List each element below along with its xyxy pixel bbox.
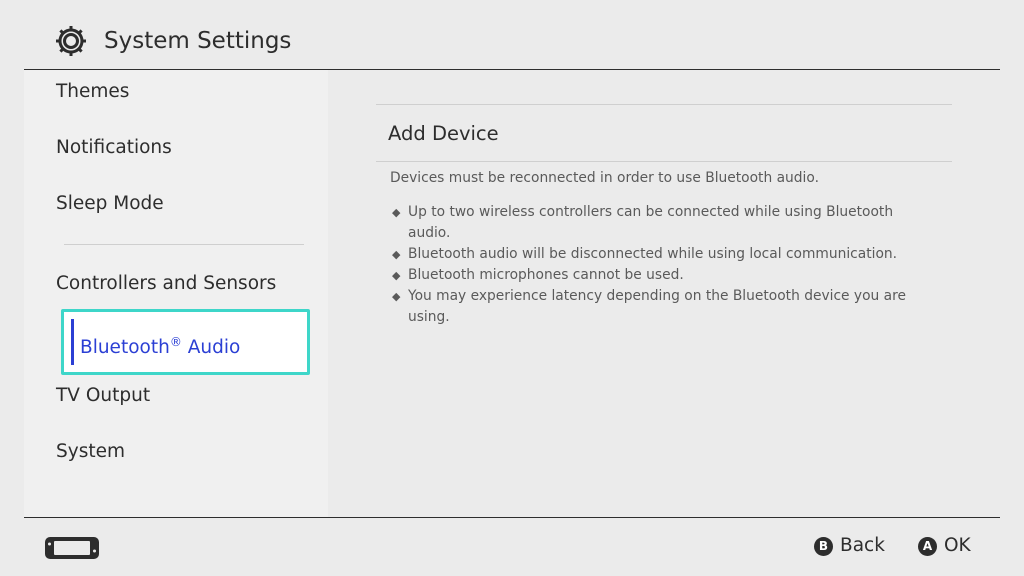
add-device-button[interactable]: Add Device	[376, 105, 952, 161]
system-settings-screen: System Settings Themes Notifications Sle…	[0, 0, 1024, 576]
list-item: ◆ Up to two wireless controllers can be c…	[390, 202, 913, 244]
list-item: ◆ You may experience latency depending on…	[390, 286, 913, 328]
page-title: System Settings	[104, 28, 292, 54]
footer: B Back A OK	[0, 518, 1024, 576]
gear-icon	[56, 26, 86, 56]
list-item: ◆ Bluetooth audio will be disconnected wh…	[390, 244, 913, 265]
sidebar-item-system[interactable]: System	[56, 440, 125, 464]
handheld-console-icon	[45, 537, 99, 559]
list-item-text: Bluetooth audio will be disconnected whi…	[408, 246, 898, 262]
header: System Settings	[0, 0, 1024, 70]
a-button-icon: A	[918, 537, 937, 556]
sidebar-item-notifications[interactable]: Notifications	[56, 136, 172, 160]
content-divider	[376, 161, 952, 162]
selection-indicator	[71, 319, 74, 365]
back-label: Back	[840, 535, 885, 556]
sidebar-item-controllers-and-sensors[interactable]: Controllers and Sensors	[56, 272, 276, 296]
ok-label: OK	[944, 535, 971, 556]
sidebar-item-label-rest: Audio	[181, 337, 241, 358]
b-button-icon: B	[814, 537, 833, 556]
info-text: Devices must be reconnected in order to …	[390, 170, 819, 186]
sidebar-item-tv-output[interactable]: TV Output	[56, 384, 150, 408]
diamond-bullet-icon: ◆	[392, 290, 401, 303]
sidebar-item-label-main: Bluetooth	[80, 337, 170, 358]
add-device-label: Add Device	[388, 122, 499, 145]
sidebar-item-bluetooth-audio[interactable]: Bluetooth® Audio	[61, 309, 310, 375]
list-item-text: Up to two wireless controllers can be co…	[408, 204, 894, 241]
diamond-bullet-icon: ◆	[392, 269, 401, 282]
notes-list: ◆ Up to two wireless controllers can be c…	[390, 202, 930, 328]
diamond-bullet-icon: ◆	[392, 248, 401, 261]
sidebar-item-themes[interactable]: Themes	[56, 80, 129, 104]
list-item-text: Bluetooth microphones cannot be used.	[408, 267, 684, 283]
sidebar-item-sleep-mode[interactable]: Sleep Mode	[56, 192, 164, 216]
back-hint-button[interactable]: B Back	[814, 535, 894, 558]
sidebar-item-label: Bluetooth® Audio	[80, 330, 240, 360]
diamond-bullet-icon: ◆	[392, 206, 401, 219]
list-item-text: You may experience latency depending on …	[408, 288, 906, 325]
registered-mark: ®	[169, 335, 182, 349]
list-item: ◆ Bluetooth microphones cannot be used.	[390, 265, 913, 286]
ok-hint-button[interactable]: A OK	[918, 535, 978, 558]
sidebar-divider	[64, 244, 304, 245]
